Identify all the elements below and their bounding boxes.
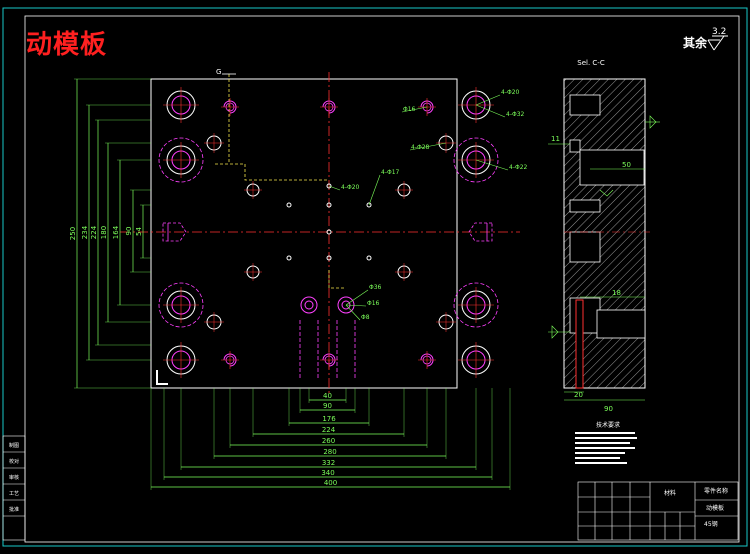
dim-label: 224	[322, 426, 336, 434]
part-name-label: 零件名称	[704, 487, 728, 495]
dim-label: 250	[69, 227, 77, 240]
side-panel-labels: 制图校对审核工艺批准	[9, 442, 19, 513]
section-dim-label: 11	[551, 135, 560, 143]
dim-label: 180	[100, 226, 108, 239]
dim-label: 260	[322, 437, 335, 445]
cad-drawing: 制图校对审核工艺批准 其余 3.2 250 234 224 180 164 90…	[2, 7, 748, 547]
threaded-hole	[320, 98, 338, 116]
leader-label: 4-Φ28	[411, 144, 430, 151]
side-panel-label: 批准	[9, 506, 19, 513]
material-value: 45钢	[704, 520, 718, 528]
notes-heading: 技术要求	[596, 421, 620, 429]
dim-label: 40	[323, 392, 332, 400]
section-view: Sel. C-C 11 50 18 20 90	[548, 59, 660, 413]
threaded-hole	[418, 351, 436, 369]
small-hole	[286, 255, 292, 261]
threaded-hole	[221, 98, 239, 116]
leader-label: 4-Φ32	[506, 111, 525, 118]
roughness-value: 3.2	[712, 27, 726, 37]
section-cut-mark: G	[216, 68, 221, 76]
drawing-canvas: 制图 校对 审核 工艺 批准 其余 3.2 250 234 224 180 16…	[0, 0, 750, 550]
roughness-prefix: 其余	[683, 35, 708, 50]
dim-label: 332	[322, 459, 335, 467]
front-view: 250 234 224 180 164 90 54 40901762242602803323…	[69, 68, 528, 490]
section-dim-label: 50	[622, 161, 631, 169]
reference-corner-mark	[156, 370, 168, 385]
guide-hole	[163, 87, 199, 123]
dim-label: 164	[112, 225, 120, 239]
section-label: Sel. C-C	[577, 59, 605, 67]
threaded-hole	[221, 351, 239, 369]
dim-label: 234	[81, 225, 89, 239]
side-panel-label: 校对	[9, 458, 19, 465]
dim-label: 90	[125, 227, 133, 236]
leader-label: Φ36	[369, 284, 382, 291]
leader-label: 4-Φ17	[381, 169, 400, 176]
guide-hole	[158, 282, 204, 328]
leader-label: 4-Φ22	[509, 164, 528, 171]
small-hole	[286, 202, 292, 208]
section-dim-label: 90	[604, 405, 613, 413]
height-dimensions: 250 234 224 180 164 90 54	[69, 78, 151, 389]
guide-holes	[158, 87, 499, 378]
small-hole	[366, 255, 372, 261]
technical-notes: 技术要求	[575, 421, 637, 464]
hole-leaders: 4-Φ20 4-Φ32 Φ16 4-Φ28 4-Φ17 4-Φ20 4-Φ22 Φ36 Φ16 Φ…	[328, 89, 528, 321]
section-dim-label: 20	[574, 391, 583, 399]
side-panel-label: 审核	[9, 474, 19, 481]
side-panel	[2, 435, 26, 541]
side-panel-label: 制图	[9, 442, 19, 449]
plate-outline	[150, 78, 458, 389]
dim-label: 340	[321, 469, 334, 477]
threaded-hole	[320, 351, 338, 369]
side-panel-label: 工艺	[9, 491, 19, 497]
ejector-holes	[204, 133, 456, 332]
guide-hole	[158, 137, 204, 183]
dim-label: 280	[323, 448, 336, 456]
leader-label: Φ16	[367, 300, 380, 307]
leader-label: 4-Φ20	[501, 89, 520, 96]
guide-hole	[458, 342, 494, 378]
dim-label: 176	[322, 415, 336, 423]
dim-label: 224	[90, 225, 98, 239]
bottom-dimensions: 40 90 176 224 260 280 332 340 400	[150, 388, 511, 490]
leader-label: Φ16	[403, 106, 416, 113]
dim-label: 90	[323, 402, 332, 410]
section-dim-label: 18	[612, 289, 621, 297]
leader-label: Φ8	[361, 314, 370, 321]
dim-label: 400	[324, 479, 337, 487]
leader-label: 4-Φ20	[341, 184, 360, 191]
material-label: 材料	[664, 489, 676, 497]
drawing-title: 动模板	[26, 30, 108, 60]
sprue-area	[299, 296, 356, 380]
roughness-symbol: 其余 3.2	[683, 27, 728, 51]
guide-hole	[453, 282, 499, 328]
guide-hole	[163, 342, 199, 378]
part-name-value: 动模板	[706, 504, 724, 512]
dim-label: 54	[135, 227, 143, 236]
